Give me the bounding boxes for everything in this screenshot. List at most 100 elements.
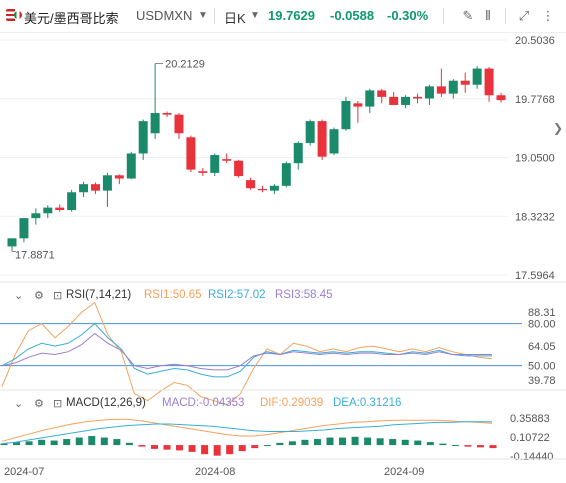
dropdown-caret-icon[interactable]: ▼ <box>198 10 208 21</box>
draw-icon[interactable]: ✎ <box>458 6 478 26</box>
macd-histogram-bar <box>326 437 334 446</box>
candle-body <box>126 153 136 179</box>
candle-body <box>174 114 184 134</box>
candle-body <box>377 90 387 97</box>
candle-body <box>222 159 232 161</box>
flag-icon <box>6 9 22 21</box>
candle-body <box>246 180 256 189</box>
macd-histogram-bar <box>88 436 96 446</box>
macd-histogram-bar <box>389 439 397 446</box>
candle-body <box>7 238 17 247</box>
candle-body <box>162 113 172 115</box>
macd-histogram-bar <box>439 443 447 446</box>
macd-histogram-bar <box>100 437 108 446</box>
candle-body <box>234 160 244 177</box>
macd-histogram-bar <box>201 445 209 455</box>
candle-body <box>413 96 423 99</box>
macd-histogram-bar <box>301 439 309 446</box>
macd-histogram-bar <box>213 445 221 456</box>
macd-histogram-bar <box>339 437 347 446</box>
collapse-icon[interactable]: ⌄ <box>14 397 23 410</box>
candle-body <box>269 185 279 191</box>
macd-histogram-bar <box>276 442 284 446</box>
macd-histogram-bar <box>50 440 58 446</box>
macd-histogram-bar <box>414 440 422 446</box>
macd-histogram-bar <box>226 445 234 455</box>
candle-body <box>329 129 339 154</box>
info-icon[interactable]: ⊡ <box>53 289 62 302</box>
settings-icon[interactable]: ⚙ <box>34 397 44 410</box>
candle-body <box>484 68 494 96</box>
high-price-label: 20.2129 <box>165 58 205 70</box>
candle-body <box>43 207 53 214</box>
candle-body <box>138 121 148 154</box>
macd-histogram-bar <box>288 441 296 446</box>
candle-body <box>186 137 196 170</box>
macd-histogram-bar <box>351 436 359 446</box>
symbol-label[interactable]: USDMXN <box>136 8 192 23</box>
candle-body <box>293 142 303 164</box>
macd-histogram-bar <box>426 442 434 446</box>
expand-arrow-icon[interactable]: ❯ <box>553 121 563 135</box>
candle-body <box>281 163 291 186</box>
macd-title: MACD(12,26,9) <box>66 397 146 409</box>
macd-histogram-bar <box>75 437 83 446</box>
macd-histogram-bar <box>25 441 33 446</box>
macd-histogram-bar <box>489 445 497 449</box>
price-axis-label: 17.5964 <box>515 270 555 282</box>
candle-body <box>496 95 506 101</box>
candle-body <box>424 86 434 99</box>
candle-body <box>389 96 399 105</box>
candle-body <box>472 68 482 85</box>
settings-icon[interactable]: ⚙ <box>34 289 44 302</box>
macd-histogram-bar <box>364 437 372 446</box>
candle-body <box>90 184 100 191</box>
candle-body <box>55 207 65 211</box>
macd-histogram-bar <box>163 445 171 450</box>
price-change: -0.0588 <box>330 8 375 23</box>
dif-value: DIF:0.29039 <box>260 397 324 409</box>
chart-area[interactable]: 20.5036 19.7768 19.0500 18.3232 17.5964 ❯ 20.2… <box>0 32 566 483</box>
x-axis-label: 2024-09 <box>384 466 424 478</box>
low-price-label: 17.8871 <box>15 250 55 262</box>
rsi-axis-label: 80.00 <box>528 319 556 331</box>
macd-axis-label: -0.14440 <box>510 451 553 463</box>
macd-histogram-bar <box>251 445 259 449</box>
candle-body <box>460 80 470 85</box>
rsi-axis-label: 39.78 <box>528 375 556 387</box>
macd-histogram-bar <box>376 438 384 446</box>
macd-histogram-bar <box>313 439 321 446</box>
more-icon[interactable]: ⋮ <box>538 6 558 26</box>
macd-histogram-bar <box>125 442 133 446</box>
indicator-icon[interactable]: ⫴ <box>478 6 498 26</box>
candle-body <box>198 171 208 173</box>
candle-body <box>150 113 160 134</box>
macd-histogram-bar <box>476 445 484 448</box>
rsi2-value: RSI2:57.02 <box>208 289 266 301</box>
candle-body <box>365 90 375 107</box>
candle-body <box>19 218 29 239</box>
macd-axis-label: 0.35883 <box>510 413 550 425</box>
last-price: 19.7629 <box>268 8 315 23</box>
candle-body <box>31 213 41 219</box>
candle-body <box>67 192 77 211</box>
price-axis-label: 19.0500 <box>515 153 555 165</box>
collapse-icon[interactable]: ⌄ <box>14 289 23 302</box>
rsi-axis-label: 50.00 <box>528 361 556 373</box>
price-axis-label: 18.3232 <box>515 211 555 223</box>
macd-histogram-bar <box>401 439 409 446</box>
macd-axis-label: 0.10722 <box>510 432 550 444</box>
period-selector[interactable]: 日K <box>224 8 246 27</box>
pair-name[interactable]: 美元/墨西哥比索 <box>24 8 119 27</box>
macd-histogram-bar <box>150 445 158 449</box>
rsi-title: RSI(7,14,21) <box>66 289 132 301</box>
candle-body <box>102 175 112 191</box>
info-icon[interactable]: ⊡ <box>53 397 62 410</box>
macd-histogram-bar <box>138 445 146 447</box>
macd-histogram-bar <box>63 439 71 446</box>
macd-histogram-bar <box>263 445 271 447</box>
candle-body <box>353 103 363 107</box>
period-caret-icon[interactable]: ▼ <box>250 10 260 21</box>
candle-body <box>210 155 220 173</box>
fullscreen-icon[interactable]: ⤢ <box>514 6 534 26</box>
